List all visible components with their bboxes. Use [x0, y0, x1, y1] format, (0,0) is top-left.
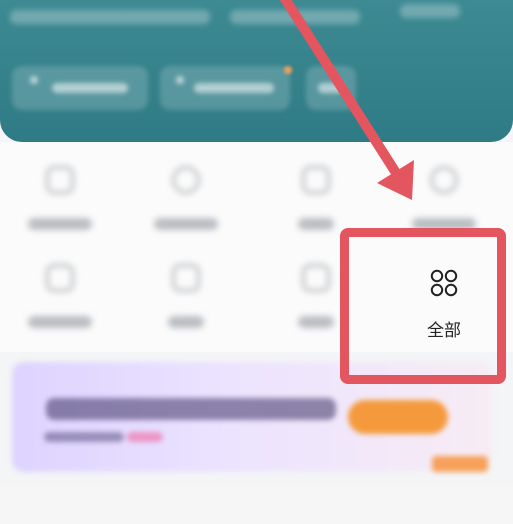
pointer-arrow — [279, 0, 414, 200]
